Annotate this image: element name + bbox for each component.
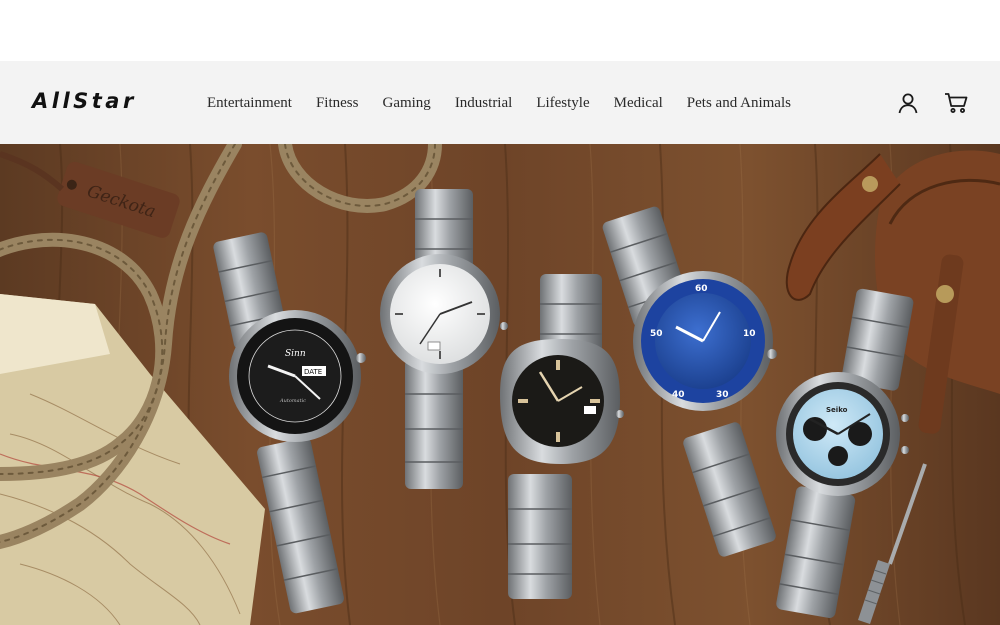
site-header: AllStar Entertainment Fitness Gaming Ind… <box>0 61 1000 144</box>
hero-banner: Geckota Sinn DATE Automatic 50 10 60 30 … <box>0 144 1000 625</box>
account-button[interactable] <box>895 90 921 116</box>
watch-date-window: DATE <box>304 368 322 376</box>
svg-text:60: 60 <box>695 284 708 294</box>
svg-text:40: 40 <box>672 390 685 400</box>
watch-dial-brand: Sinn <box>285 349 306 359</box>
nav-item-fitness[interactable]: Fitness <box>316 93 359 113</box>
svg-text:30: 30 <box>716 390 729 400</box>
watch-chrono-brand: Seiko <box>826 406 848 414</box>
user-icon <box>898 93 918 114</box>
svg-text:50: 50 <box>650 329 663 339</box>
svg-text:10: 10 <box>743 329 756 339</box>
nav-item-entertainment[interactable]: Entertainment <box>207 93 292 113</box>
watch-dial-model: Automatic <box>279 398 306 404</box>
hero-image: Geckota Sinn DATE Automatic 50 10 60 30 … <box>0 144 1000 625</box>
main-navigation: Entertainment Fitness Gaming Industrial … <box>207 93 791 113</box>
nav-item-industrial[interactable]: Industrial <box>455 93 513 113</box>
nav-item-lifestyle[interactable]: Lifestyle <box>536 93 589 113</box>
nav-item-pets-and-animals[interactable]: Pets and Animals <box>687 93 791 113</box>
brand-logo[interactable]: AllStar <box>32 88 137 114</box>
nav-item-medical[interactable]: Medical <box>614 93 663 113</box>
cart-icon <box>945 93 968 113</box>
top-blank-bar <box>0 0 1000 61</box>
nav-item-gaming[interactable]: Gaming <box>382 93 430 113</box>
cart-button[interactable] <box>943 90 969 116</box>
